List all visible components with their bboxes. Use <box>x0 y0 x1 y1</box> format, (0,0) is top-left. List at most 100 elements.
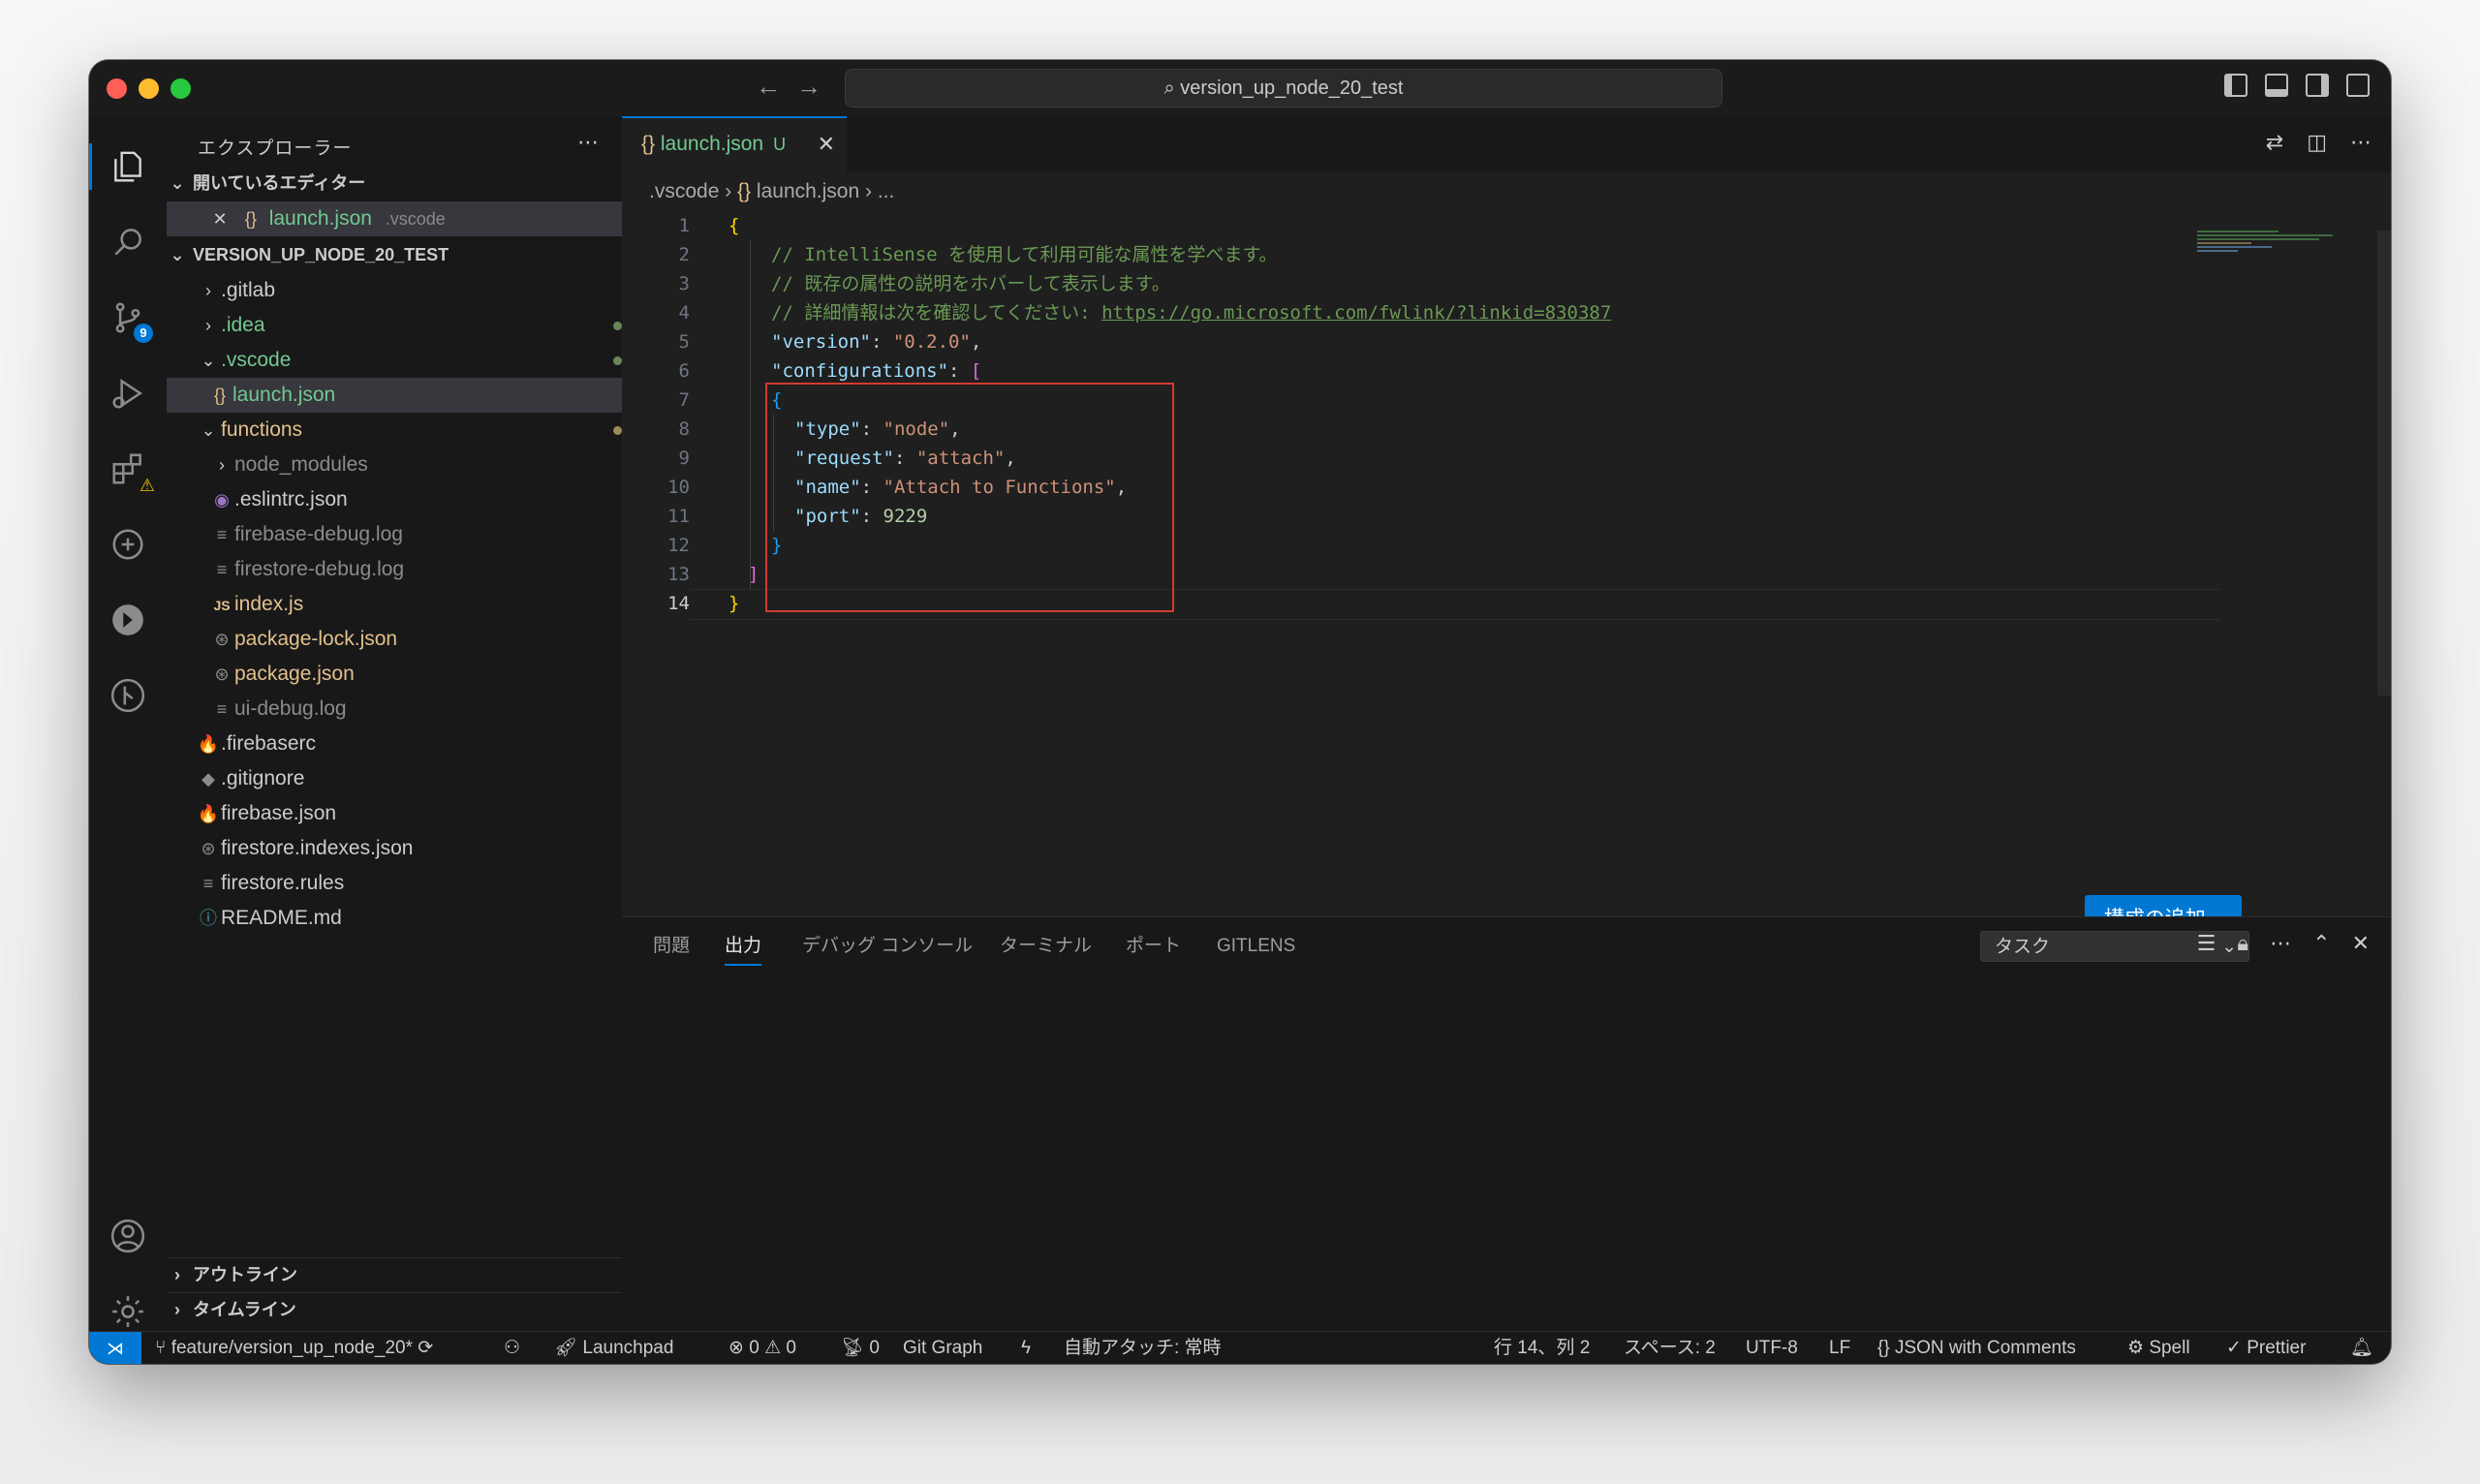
ports-status[interactable]: 📡︎ 0 <box>841 1332 880 1364</box>
toggle-secondary-sidebar-icon[interactable] <box>2306 74 2329 97</box>
close-icon[interactable]: ✕ <box>207 201 232 236</box>
indentation-status[interactable]: スペース: 2 <box>1624 1332 1716 1364</box>
editor-scrollbar[interactable] <box>2377 231 2391 696</box>
tree-file-firebase-json[interactable]: 🔥firebase.json <box>167 796 651 831</box>
tab-output[interactable]: 出力 <box>725 917 762 975</box>
extensions-icon[interactable]: ⚠ <box>108 449 155 495</box>
tree-file-firebaserc[interactable]: 🔥.firebaserc <box>167 727 651 761</box>
search-icon[interactable] <box>108 223 147 262</box>
tab-gitlens[interactable]: GITLENS <box>1217 917 1295 975</box>
tree-file-index-js[interactable]: JSindex.js M <box>167 587 665 622</box>
branch-status[interactable]: ⑂ feature/version_up_node_20* ⟳ <box>155 1332 433 1364</box>
tab-ports[interactable]: ポート <box>1126 917 1181 975</box>
close-panel-icon[interactable]: ✕ <box>2352 931 2370 956</box>
tree-label: .idea <box>221 314 265 336</box>
modified-dot <box>613 356 622 365</box>
line-number: 11 <box>667 506 690 527</box>
breadcrumb-more[interactable]: ... <box>878 180 895 202</box>
timeline-section[interactable]: › タイムライン <box>167 1292 622 1326</box>
tree-file-firebase-debug[interactable]: ≡ firebase-debug.log <box>167 517 665 552</box>
open-changes-icon[interactable]: ⇄ <box>2266 130 2283 155</box>
tree-file-firestore-indexes[interactable]: ⊛ firestore.indexes.json <box>167 831 651 866</box>
eol-status[interactable]: LF <box>1829 1332 1850 1364</box>
tree-file-firestore-debug[interactable]: ≡ firestore-debug.log <box>167 552 665 587</box>
tree-file-eslintrc[interactable]: ◉ .eslintrc.json <box>167 482 665 517</box>
prettier-status[interactable]: ✓ Prettier <box>2226 1332 2306 1364</box>
forward-arrow-icon[interactable]: → <box>796 72 822 102</box>
highlight-annotation-box <box>765 383 1174 612</box>
run-and-debug-icon[interactable] <box>108 374 147 413</box>
toggle-primary-sidebar-icon[interactable] <box>2224 74 2248 97</box>
command-center-search[interactable]: ⌕ version_up_node_20_test <box>845 69 1722 108</box>
minimize-window-button[interactable] <box>139 78 159 99</box>
breadcrumb-file[interactable]: launch.json <box>757 180 859 202</box>
launchpad-status[interactable]: 🚀︎ Launchpad <box>554 1332 673 1364</box>
more-actions-icon[interactable]: ⋯ <box>577 130 599 155</box>
json-file-icon: {} <box>641 133 661 155</box>
git-graph-icon[interactable] <box>108 676 147 715</box>
tab-debug-console[interactable]: デバッグ コンソール <box>802 917 973 975</box>
language-mode-status[interactable]: {} JSON with Comments <box>1877 1332 2076 1364</box>
open-editor-folder: .vscode <box>385 209 446 229</box>
encoding-status[interactable]: UTF-8 <box>1746 1332 1798 1364</box>
explorer-icon[interactable] <box>108 147 147 186</box>
tab-terminal[interactable]: ターミナル <box>1000 917 1092 975</box>
more-actions-icon[interactable]: ⋯ <box>2270 931 2291 956</box>
remote-explorer-icon[interactable] <box>108 525 147 564</box>
back-arrow-icon[interactable]: ← <box>756 72 781 102</box>
open-editor-item[interactable]: ✕ {} launch.json .vscode U <box>167 201 663 236</box>
tree-label: firestore-debug.log <box>234 558 405 580</box>
accounts-icon[interactable] <box>108 1217 147 1255</box>
code-editor[interactable]: 1 2 3 4 5 6 7 8 9 10 11 12 13 14 { // In… <box>622 211 2391 943</box>
line-number: 2 <box>678 244 690 265</box>
tree-folder-idea[interactable]: › .idea <box>167 308 651 343</box>
manage-gear-icon[interactable] <box>108 1292 147 1331</box>
clear-output-icon[interactable]: ☰ <box>2197 931 2216 956</box>
tree-folder-gitlab[interactable]: › .gitlab <box>167 273 651 308</box>
problems-status[interactable]: ⊗ 0 ⚠ 0 <box>728 1332 796 1364</box>
lightning-icon[interactable]: ϟ <box>1021 1332 1031 1364</box>
line-number: 1 <box>678 215 690 236</box>
tree-folder-vscode[interactable]: ⌄ .vscode <box>167 343 651 378</box>
close-tab-icon[interactable]: ✕ <box>818 118 835 170</box>
window-title: version_up_node_20_test <box>1180 77 1404 99</box>
tree-file-package-lock[interactable]: ⊛package-lock.json M <box>167 622 665 657</box>
customize-layout-icon[interactable] <box>2346 74 2370 97</box>
tree-label: ui-debug.log <box>234 697 347 720</box>
split-editor-icon[interactable]: ◫ <box>2307 130 2327 155</box>
tree-file-launch-json[interactable]: {}launch.json U <box>167 378 663 413</box>
project-section[interactable]: ⌄ VERSION_UP_NODE_20_TEST <box>167 238 622 271</box>
docs-link[interactable]: https://go.microsoft.com/fwlink/?linkid=… <box>1101 302 1611 324</box>
open-editors-section[interactable]: ⌄ 開いているエディター <box>167 167 622 200</box>
notifications-bell-icon[interactable]: 🔔︎ <box>2350 1332 2373 1364</box>
tree-file-firestore-rules[interactable]: ≡ firestore.rules <box>167 866 651 901</box>
close-window-button[interactable] <box>107 78 127 99</box>
tree-file-readme[interactable]: ⓘ README.md <box>167 901 651 936</box>
source-control-icon[interactable]: 9 <box>108 298 153 343</box>
open-editor-filename: launch.json <box>268 207 372 230</box>
spell-status[interactable]: ⚙ Spell <box>2127 1332 2190 1364</box>
tree-file-ui-debug[interactable]: ≡ ui-debug.log <box>167 692 665 727</box>
breadcrumb-folder[interactable]: .vscode <box>649 180 719 202</box>
tree-file-gitignore[interactable]: ◆ .gitignore <box>167 761 651 796</box>
tree-folder-node-modules[interactable]: › node_modules <box>167 448 665 482</box>
gitlens-status-icon[interactable]: ⚇ <box>504 1332 520 1364</box>
outline-section[interactable]: › アウトライン <box>167 1257 622 1291</box>
tree-folder-functions[interactable]: ⌄ functions <box>167 413 651 448</box>
zoom-window-button[interactable] <box>170 78 191 99</box>
more-actions-icon[interactable]: ⋯ <box>2350 130 2372 155</box>
warning-icon: ⚠ <box>764 1338 787 1358</box>
tab-launch-json[interactable]: {} launch.json U ✕ <box>622 116 847 172</box>
maximize-panel-icon[interactable]: ⌃ <box>2312 931 2330 956</box>
remote-indicator-icon[interactable]: ⋊ <box>89 1332 141 1364</box>
cursor-position-status[interactable]: 行 14、列 2 <box>1494 1332 1590 1364</box>
gitlens-icon[interactable] <box>108 601 147 639</box>
auto-attach-status[interactable]: 自動アタッチ: 常時 <box>1064 1332 1222 1364</box>
line-number-current: 14 <box>667 593 690 614</box>
lock-scroll-icon[interactable]: 🔒︎ <box>2237 931 2248 956</box>
git-graph-status[interactable]: Git Graph <box>903 1332 982 1364</box>
toggle-panel-icon[interactable] <box>2265 74 2288 97</box>
tree-file-package-json[interactable]: ⊛package.json M <box>167 657 665 692</box>
tab-problems[interactable]: 問題 <box>653 917 690 975</box>
minimap[interactable] <box>2197 229 2333 287</box>
